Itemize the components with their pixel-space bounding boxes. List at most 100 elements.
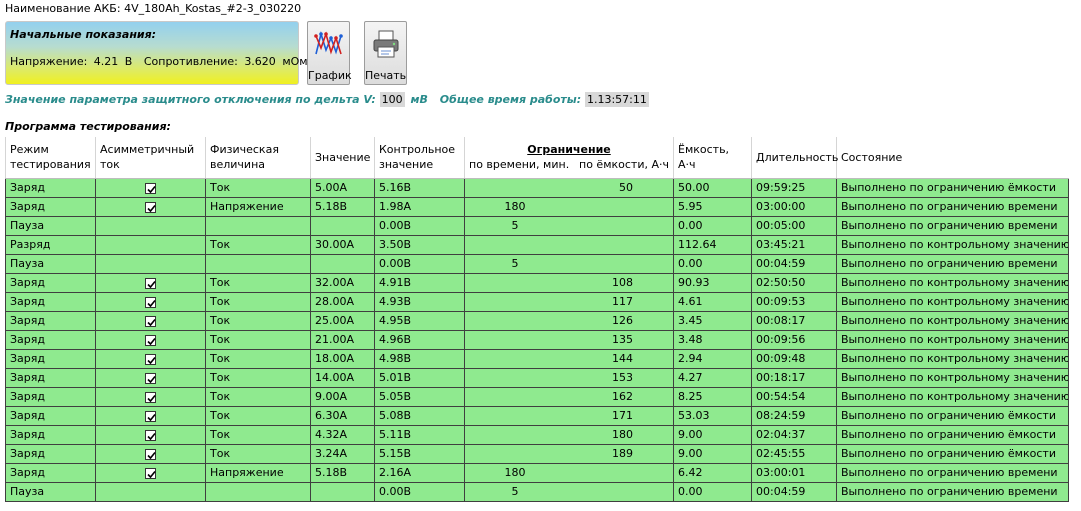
- cell-mode: Пауза: [5, 215, 96, 236]
- cell-mode: Заряд: [5, 310, 96, 331]
- cell-capacity: 6.42: [673, 462, 752, 483]
- table-row[interactable]: Заряд Ток 3.24A 5.15В 189 9.00 02:45:55 Выполне…: [5, 443, 1069, 464]
- table-row[interactable]: Заряд Ток 28.00A 4.93В 117 4.61 00:09:53 Выполн…: [5, 291, 1069, 312]
- cell-control-value: 4.93В: [374, 291, 465, 312]
- header-value[interactable]: Значение: [310, 137, 375, 179]
- cell-state: Выполнено по контрольному значению: [836, 310, 1069, 331]
- cell-physical-quantity: Напряжение: [205, 196, 311, 217]
- table-row[interactable]: Заряд Напряжение 5.18В 1.98A 180 5.95 03:00:00…: [5, 196, 1069, 217]
- header-duration[interactable]: Длительность: [751, 137, 838, 179]
- header-capacity[interactable]: Ёмкость, А·ч: [673, 137, 752, 179]
- cell-physical-quantity: Ток: [205, 291, 311, 312]
- asymmetric-checkbox[interactable]: [145, 372, 156, 384]
- cell-physical-quantity: Ток: [205, 329, 311, 350]
- cell-duration: 02:04:37: [751, 424, 837, 445]
- cell-capacity: 0.00: [673, 253, 752, 274]
- asymmetric-checkbox[interactable]: [145, 391, 156, 403]
- table-row[interactable]: Заряд Ток 14.00A 5.01В 153 4.27 00:18:17 Выполн…: [5, 367, 1069, 388]
- cell-limit: 180: [464, 462, 674, 483]
- voltage-unit: В: [124, 55, 133, 68]
- cell-physical-quantity: [205, 481, 311, 502]
- asymmetric-checkbox[interactable]: [145, 410, 156, 422]
- table-row[interactable]: Заряд Ток 9.00A 5.05В 162 8.25 00:54:54 Выполне…: [5, 386, 1069, 407]
- cell-duration: 03:00:01: [751, 462, 837, 483]
- cell-duration: 00:04:59: [751, 253, 837, 274]
- cell-mode: Заряд: [5, 177, 96, 198]
- asymmetric-checkbox[interactable]: [145, 353, 156, 365]
- cell-value: 25.00A: [310, 310, 375, 331]
- cell-duration: 00:09:53: [751, 291, 837, 312]
- cell-capacity: 9.00: [673, 443, 752, 464]
- cell-control-value: 0.00В: [374, 215, 465, 236]
- table-row[interactable]: Заряд Ток 5.00A 5.16В 50 50.00 09:59:25 Выполне…: [5, 177, 1069, 198]
- cell-asymmetric: [95, 462, 206, 483]
- table-row[interactable]: Заряд Ток 32.00A 4.91В 108 90.93 02:50:50 Выпол…: [5, 272, 1069, 293]
- cell-control-value: 4.95В: [374, 310, 465, 331]
- cell-asymmetric: [95, 272, 206, 293]
- asymmetric-checkbox[interactable]: [145, 429, 156, 441]
- cell-limit: [464, 234, 674, 255]
- asymmetric-checkbox[interactable]: [145, 277, 156, 289]
- cell-limit: 135: [464, 329, 674, 350]
- asymmetric-checkbox[interactable]: [145, 201, 156, 213]
- header-asymmetric-current[interactable]: Асимметричный ток: [95, 137, 206, 179]
- cell-limit: 108: [464, 272, 674, 293]
- cell-duration: 00:18:17: [751, 367, 837, 388]
- cell-asymmetric: [95, 291, 206, 312]
- chart-button-label: График: [308, 69, 352, 82]
- cell-control-value: 5.11В: [374, 424, 465, 445]
- initial-readings-values: Напряжение: 4.21 В Сопротивление: 3.620 …: [10, 55, 311, 68]
- cell-duration: 03:45:21: [751, 234, 837, 255]
- cell-duration: 02:50:50: [751, 272, 837, 293]
- program-title: Программа тестирования:: [5, 120, 171, 133]
- cell-limit: 171: [464, 405, 674, 426]
- table-row[interactable]: Заряд Ток 25.00A 4.95В 126 3.45 00:08:17 Выполн…: [5, 310, 1069, 331]
- cell-mode: Заряд: [5, 196, 96, 217]
- cell-limit: 180: [464, 424, 674, 445]
- cell-limit: 5: [464, 481, 674, 502]
- table-header-row: Режим тестирования Асимметричный ток Физич…: [5, 137, 1069, 179]
- header-control-value[interactable]: Контрольное значение: [374, 137, 465, 179]
- table-row[interactable]: Заряд Ток 21.00A 4.96В 135 3.48 00:09:56 Выполн…: [5, 329, 1069, 350]
- header-state[interactable]: Состояние: [836, 137, 1069, 179]
- table-row[interactable]: Заряд Напряжение 5.18В 2.16A 180 6.42 03:00:01…: [5, 462, 1069, 483]
- cell-duration: 09:59:25: [751, 177, 837, 198]
- table-row[interactable]: Заряд Ток 4.32A 5.11В 180 9.00 02:04:37 Выполне…: [5, 424, 1069, 445]
- header-mode[interactable]: Режим тестирования: [5, 137, 96, 179]
- asymmetric-checkbox[interactable]: [145, 467, 156, 479]
- cell-limit: 50: [464, 177, 674, 198]
- cell-value: [310, 215, 375, 236]
- asymmetric-checkbox[interactable]: [145, 296, 156, 308]
- cell-physical-quantity: Ток: [205, 386, 311, 407]
- cell-mode: Заряд: [5, 405, 96, 426]
- cell-limit-capacity: 126: [612, 313, 633, 327]
- header-limit-time: по времени, мин.: [469, 158, 570, 172]
- header-physical-quantity[interactable]: Физическая величина: [205, 137, 311, 179]
- table-row[interactable]: Заряд Ток 18.00A 4.98В 144 2.94 00:09:48 Выполн…: [5, 348, 1069, 369]
- table-row[interactable]: Пауза 0.00В 5 0.00 00:04:59 Выполнено по огра…: [5, 481, 1069, 502]
- asymmetric-checkbox[interactable]: [145, 182, 156, 194]
- cell-capacity: 4.27: [673, 367, 752, 388]
- header-limit[interactable]: Ограничение по времени, мин. по ёмкости,…: [464, 137, 674, 179]
- print-button[interactable]: Печать: [364, 21, 407, 85]
- cell-mode: Заряд: [5, 462, 96, 483]
- asymmetric-checkbox[interactable]: [145, 448, 156, 460]
- cell-capacity: 0.00: [673, 215, 752, 236]
- table-row[interactable]: Заряд Ток 6.30A 5.08В 171 53.03 08:24:59 Выполн…: [5, 405, 1069, 426]
- cell-physical-quantity: Ток: [205, 405, 311, 426]
- table-row[interactable]: Разряд Ток 30.00A 3.50В 112.64 03:45:21 Выполн…: [5, 234, 1069, 255]
- print-button-label: Печать: [365, 69, 407, 82]
- cell-value: 5.00A: [310, 177, 375, 198]
- cell-limit: 144: [464, 348, 674, 369]
- cell-capacity: 90.93: [673, 272, 752, 293]
- cell-limit-capacity: 108: [612, 275, 633, 289]
- cell-value: 28.00A: [310, 291, 375, 312]
- asymmetric-checkbox[interactable]: [145, 315, 156, 327]
- chart-button[interactable]: График: [307, 21, 352, 85]
- cell-mode: Заряд: [5, 348, 96, 369]
- table-row[interactable]: Пауза 0.00В 5 0.00 00:04:59 Выполнено по огра…: [5, 253, 1069, 274]
- asymmetric-checkbox[interactable]: [145, 334, 156, 346]
- test-program-table: Режим тестирования Асимметричный ток Физич…: [5, 137, 1069, 502]
- table-row[interactable]: Пауза 0.00В 5 0.00 00:05:00 Выполнено по огра…: [5, 215, 1069, 236]
- cell-value: 4.32A: [310, 424, 375, 445]
